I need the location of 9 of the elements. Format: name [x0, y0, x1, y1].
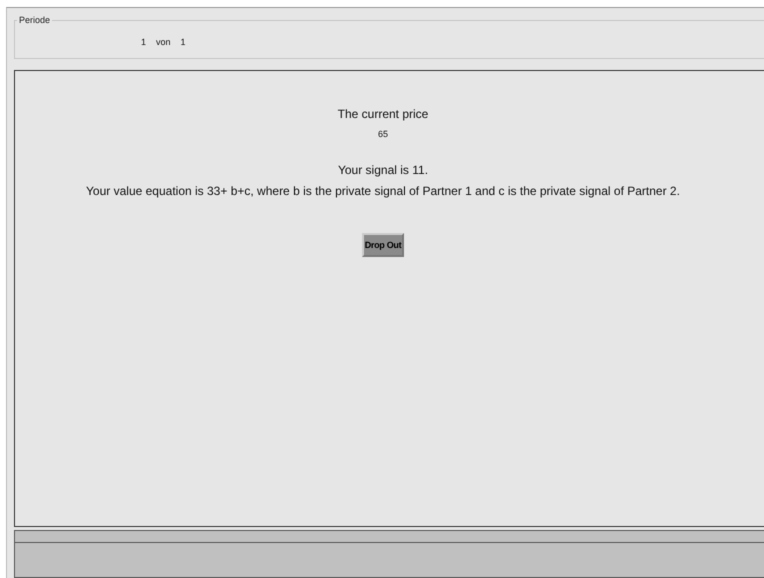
value-equation-text: Your value equation is 33+ b+c, where b is the private signal of Partner 1 and c is the private signal of Partner 2. [86, 184, 680, 198]
period-separator: von [156, 37, 171, 47]
period-current: 1 [141, 37, 146, 47]
signal-text: Your signal is 11. [338, 163, 428, 177]
price-value: 65 [378, 129, 388, 139]
period-legend: Periode [17, 15, 52, 25]
drop-out-button[interactable]: Drop Out [362, 233, 404, 257]
period-total: 1 [180, 37, 186, 47]
price-label: The current price [338, 107, 428, 121]
